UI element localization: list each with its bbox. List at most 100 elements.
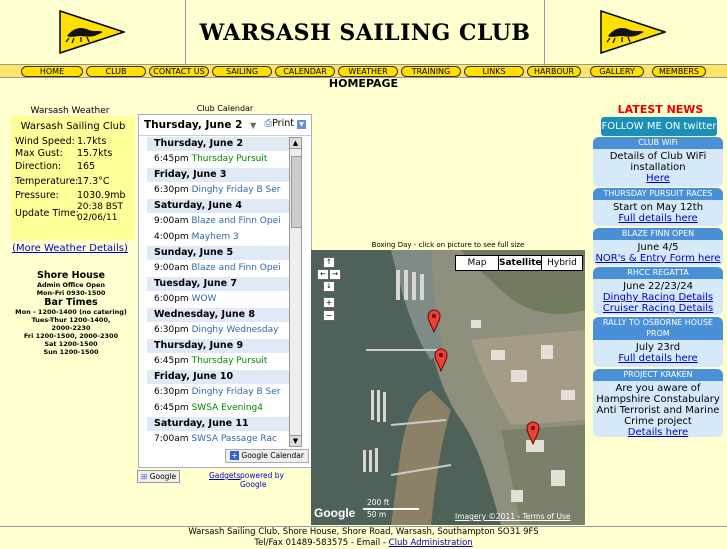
calendar-event[interactable]: 7:00am SWSA Passage Rac	[147, 432, 290, 446]
calendar-day-heading: Friday, June 3	[147, 168, 290, 182]
more-weather-link[interactable]: (More Weather Details)	[0, 243, 140, 254]
news-item-body: Are you aware of Hampshire Constabulary …	[593, 381, 723, 437]
bar-time-line: Tues-Thur 1200-1400,	[31, 316, 111, 324]
map-copyright[interactable]: Imagery ©2011 - Terms of Use	[455, 512, 571, 521]
weather-label: Temperature:	[15, 176, 79, 187]
calendar-event[interactable]: 9:00am Blaze and Finn Opei	[147, 261, 290, 275]
news-item-link[interactable]: Here	[595, 173, 721, 184]
news-item-link[interactable]: Details here	[595, 427, 721, 437]
map-type-hybrid-button[interactable]: Hybrid	[541, 255, 583, 271]
event-time: 7:00am	[154, 434, 189, 444]
nav-weather[interactable]: WEATHER	[338, 66, 398, 77]
add-to-google-button[interactable]: ⊞ Google	[137, 470, 181, 483]
map-type-map-button[interactable]: Map	[455, 255, 499, 271]
calendar-date-selector[interactable]: Thursday, June 2 ▼	[144, 119, 256, 131]
chevron-down-icon[interactable]: ▼	[297, 120, 306, 129]
zoom-in-button[interactable]: +	[323, 297, 335, 308]
bar-time-line: Fri 1200-1500, 2000-2300	[23, 332, 119, 340]
calendar-event[interactable]: 6:30pm Dinghy Friday B Ser	[147, 385, 290, 399]
bar-time-line: Mon - 1200-1400 (no catering)	[15, 308, 127, 316]
plus-icon: ⊞	[141, 472, 148, 481]
weather-label: Update Time:	[15, 208, 79, 219]
news-item-link[interactable]: Full details here	[595, 213, 721, 224]
scroll-up-arrow[interactable]: ▲	[290, 138, 301, 149]
news-item: PROJECT KRAKEN Are you aware of Hampshir…	[593, 369, 723, 437]
nav-harbour[interactable]: HARBOUR	[527, 66, 581, 77]
calendar-scrollbar[interactable]: ▲ ▼	[289, 137, 302, 447]
map-marker-icon[interactable]	[526, 421, 540, 445]
nav-members[interactable]: MEMBERS	[652, 66, 706, 77]
twitter-follow-button[interactable]: FOLLOW ME ON twitter	[601, 117, 717, 136]
print-button[interactable]: ⎙Print ▼	[265, 118, 306, 129]
plus-icon: +	[230, 451, 240, 460]
nav-sailing[interactable]: SAILING	[212, 66, 272, 77]
news-item-text: July 23rd	[635, 342, 681, 353]
pan-right-button[interactable]: →	[329, 269, 341, 280]
club-administration-link[interactable]: Club Administration	[389, 538, 473, 548]
nav-training[interactable]: TRAINING	[401, 66, 461, 77]
scroll-thumb[interactable]	[291, 156, 302, 228]
calendar-event[interactable]: 6:00pm WOW	[147, 292, 290, 306]
bar-times-title: Bar Times	[44, 297, 98, 308]
bar-time-line: 2000-2230	[51, 324, 91, 332]
shore-house-title: Shore House	[37, 270, 105, 281]
calendar-event[interactable]: 6:45pm Thursday Pursuit	[147, 152, 290, 166]
club-burgee-logo-left	[59, 10, 125, 54]
satellite-map[interactable]: Map Satellite Hybrid ↑ ← → ↓ + − Google …	[311, 250, 585, 525]
latest-news-title: LATEST NEWS	[617, 103, 704, 116]
gadgets-link[interactable]: Gadgets	[209, 471, 240, 480]
powered-by-google-text: powered by Google	[240, 471, 284, 489]
map-type-satellite-button[interactable]: Satellite	[498, 255, 542, 271]
news-item: CLUB WiFi Details of Club WiFi installat…	[593, 137, 723, 187]
pan-left-button[interactable]: ←	[317, 269, 329, 280]
footer-tel: Tel/Fax 01489-583575 - Email -	[254, 538, 386, 548]
nav-links[interactable]: LINKS	[464, 66, 524, 77]
bar-time-line: Sun 1200-1500	[43, 348, 99, 356]
zoom-out-button[interactable]: −	[323, 310, 335, 321]
calendar-event[interactable]: 6:30pm Dinghy Wednesday	[147, 323, 290, 337]
pan-up-button[interactable]: ↑	[323, 257, 335, 268]
news-item-link[interactable]: Dinghy Racing Details	[595, 292, 721, 303]
nav-home[interactable]: HOME	[21, 66, 83, 77]
news-item-link[interactable]: Cruiser Racing Details	[595, 303, 721, 314]
news-item-text: Details of Club WiFi installation	[609, 151, 707, 173]
pan-down-button[interactable]: ↓	[323, 281, 335, 292]
calendar-event[interactable]: 6:45pm SWSA Evening4	[147, 401, 290, 415]
site-title: WARSASH SAILING CLUB	[199, 19, 531, 46]
weather-value: 1030.9mb	[77, 190, 126, 201]
nav-club[interactable]: CLUB	[86, 66, 146, 77]
calendar-label: Club Calendar	[196, 104, 254, 113]
weather-label: Wind Speed:	[15, 136, 75, 147]
map-scale-bar: 200 ft 50 m	[363, 498, 421, 520]
news-item-text: June 22/23/24	[623, 281, 693, 292]
news-item-heading: THURSDAY PURSUIT RACES	[593, 188, 723, 200]
calendar-event[interactable]: 6:45pm Thursday Pursuit	[147, 354, 290, 368]
google-map-logo[interactable]: Google	[314, 506, 355, 520]
nav-calendar[interactable]: CALENDAR	[275, 66, 335, 77]
event-time: 4:00pm	[154, 232, 189, 242]
google-calendar-button[interactable]: + Google Calendar	[225, 449, 309, 463]
news-item-body: June 22/23/24 Dinghy Racing Details Crui…	[593, 279, 723, 315]
nav-gallery[interactable]: GALLERY	[590, 66, 644, 77]
site-footer: Warsash Sailing Club, Shore House, Shore…	[0, 526, 727, 549]
footer-contact: Tel/Fax 01489-583575 - Email - Club Admi…	[0, 538, 727, 549]
scale-m-label: 50 m	[367, 510, 387, 519]
scroll-down-arrow[interactable]: ▼	[290, 435, 301, 446]
map-marker-icon[interactable]	[434, 348, 448, 372]
news-item-text: June 4/5	[637, 242, 679, 253]
admin-office-hours: Mon-Fri 0930-1500	[36, 289, 106, 297]
map-marker-icon[interactable]	[427, 309, 441, 333]
calendar-event[interactable]: 6:30pm Dinghy Friday B Ser	[147, 183, 290, 197]
calendar-day-heading: Wednesday, June 8	[147, 308, 290, 322]
news-item-body: June 4/5 NOR's & Entry Form here	[593, 240, 723, 266]
news-item-heading: PROJECT KRAKEN	[593, 369, 723, 381]
event-time: 6:30pm	[154, 387, 189, 397]
news-item-link[interactable]: NOR's & Entry Form here	[595, 253, 721, 264]
page-heading: HOMEPAGE	[328, 77, 399, 90]
weather-section-title: Warsash Weather	[30, 106, 110, 116]
calendar-event[interactable]: 4:00pm Mayhem 3	[147, 230, 290, 244]
google-button-label: Google	[149, 472, 177, 481]
nav-contact-us[interactable]: CONTACT US	[149, 66, 209, 77]
news-item-link[interactable]: Full details here	[595, 353, 721, 364]
calendar-event[interactable]: 9:00am Blaze and Finn Opei	[147, 214, 290, 228]
